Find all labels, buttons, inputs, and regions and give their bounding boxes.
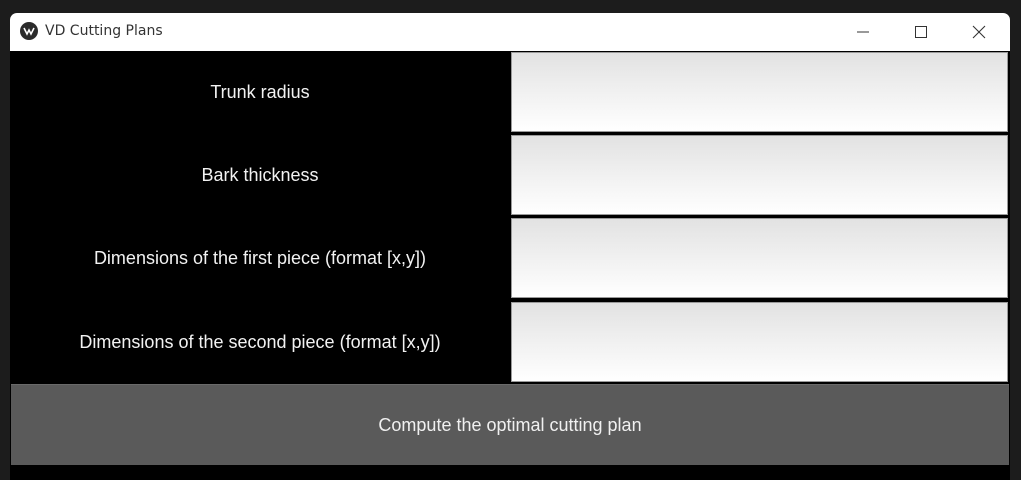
second-piece-dimensions-label: Dimensions of the second piece (format […	[79, 331, 441, 352]
compute-plan-button[interactable]: Compute the optimal cutting plan	[11, 384, 1009, 465]
bark-thickness-label: Bark thickness	[201, 164, 319, 185]
title-bar[interactable]: VD Cutting Plans	[10, 13, 1010, 51]
trunk-radius-label: Trunk radius	[210, 81, 310, 102]
window-title: VD Cutting Plans	[45, 23, 163, 39]
first-piece-dimensions-input[interactable]	[511, 218, 1008, 298]
form-panel: Trunk radius Bark thickness Dimensions o…	[10, 51, 1010, 480]
first-piece-dimensions-label: Dimensions of the first piece (format [x…	[93, 247, 427, 268]
maximize-button[interactable]	[892, 13, 950, 51]
bark-thickness-input[interactable]	[511, 135, 1008, 215]
trunk-radius-input[interactable]	[511, 52, 1008, 132]
maximize-icon	[915, 26, 927, 38]
minimize-icon	[857, 31, 869, 33]
second-piece-dimensions-input[interactable]	[511, 302, 1008, 382]
app-window: VD Cutting Plans Trunk radius Bark thick…	[10, 13, 1010, 480]
app-logo-icon	[20, 22, 38, 40]
minimize-button[interactable]	[834, 13, 892, 51]
close-icon	[972, 25, 986, 39]
close-button[interactable]	[950, 13, 1008, 51]
